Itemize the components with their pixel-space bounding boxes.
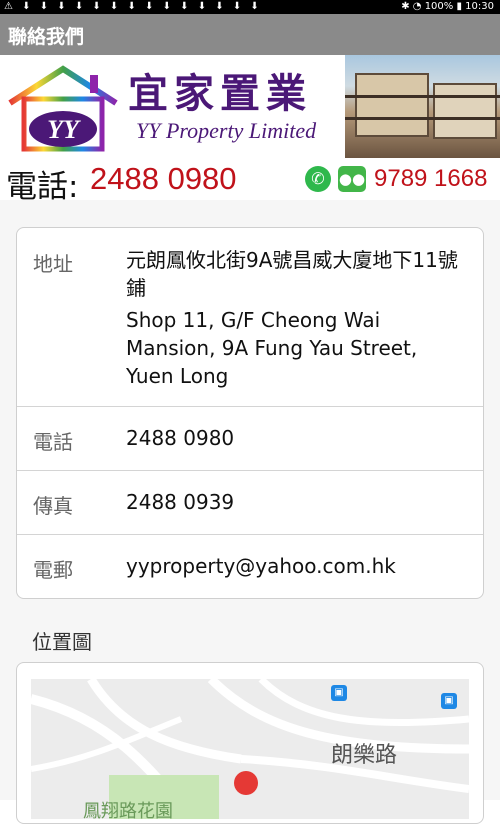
- app-bar: 聯絡我們: [0, 14, 500, 55]
- wifi-icon: ◔: [412, 1, 422, 12]
- bus-stop-icon[interactable]: ▣: [441, 693, 457, 709]
- wechat-icon[interactable]: ●●: [338, 166, 366, 192]
- address-value: 元朗鳳攸北街9A號昌威大廈地下11號鋪 Shop 11, G/F Cheong …: [126, 246, 466, 390]
- notification-icons: ⚠ ⬇ ⬇ ⬇ ⬇ ⬇ ⬇ ⬇ ⬇ ⬇ ⬇ ⬇ ⬇ ⬇ ⬇: [4, 1, 262, 12]
- banner: YY 宜家置業 YY Property Limited: [0, 55, 500, 158]
- building-photo: [345, 55, 500, 158]
- park-label: 鳳翔路花園: [83, 801, 173, 819]
- location-map[interactable]: 鳳翔路花園 ▣ ▣ 朗樂路: [31, 679, 469, 819]
- email-value[interactable]: yyproperty@yahoo.com.hk: [126, 552, 466, 580]
- tel-label: 電話: [33, 430, 73, 454]
- tel-value[interactable]: 2488 0980: [126, 424, 466, 452]
- address-en: Shop 11, G/F Cheong Wai Mansion, 9A Fung…: [126, 308, 418, 388]
- status-right: ✱ ◔ 100% ▮ 10:30: [401, 1, 494, 12]
- phone-bar: 電話: 2488 0980 ✆ ●● 9789 1668: [0, 158, 500, 205]
- mobile-number[interactable]: 9789 1668: [374, 165, 487, 193]
- address-row: 地址 元朗鳳攸北街9A號昌威大廈地下11號鋪 Shop 11, G/F Cheo…: [17, 228, 483, 407]
- contact-card: 地址 元朗鳳攸北街9A號昌威大廈地下11號鋪 Shop 11, G/F Cheo…: [16, 227, 484, 599]
- tel-row[interactable]: 電話 2488 0980: [17, 406, 483, 471]
- house-logo-icon: YY: [8, 65, 118, 152]
- location-pin-icon[interactable]: [234, 771, 258, 795]
- battery-level: 100%: [424, 1, 454, 12]
- road-label: 朗樂路: [331, 743, 398, 768]
- fax-row: 傳真 2488 0939: [17, 470, 483, 535]
- clock: 10:30: [465, 1, 494, 12]
- battery-icon: ▮: [456, 1, 462, 12]
- fax-label: 傳真: [33, 494, 73, 518]
- whatsapp-icon[interactable]: ✆: [305, 166, 331, 192]
- brand-name-cn: 宜家置業: [128, 70, 312, 117]
- bus-stop-icon[interactable]: ▣: [331, 685, 347, 701]
- address-cn: 元朗鳳攸北街9A號昌威大廈地下11號鋪: [126, 248, 458, 300]
- logo-letters: YY: [47, 115, 81, 144]
- email-label: 電郵: [33, 558, 73, 582]
- fax-value: 2488 0939: [126, 490, 235, 514]
- status-bar: ⚠ ⬇ ⬇ ⬇ ⬇ ⬇ ⬇ ⬇ ⬇ ⬇ ⬇ ⬇ ⬇ ⬇ ⬇ ✱ ◔ 100% ▮…: [0, 0, 500, 14]
- brand-name-en: YY Property Limited: [136, 118, 317, 143]
- phone-number[interactable]: 2488 0980: [90, 161, 237, 197]
- map-section-title: 位置圖: [32, 630, 92, 654]
- address-label: 地址: [33, 252, 73, 276]
- bluetooth-icon: ✱: [401, 1, 410, 12]
- email-row[interactable]: 電郵 yyproperty@yahoo.com.hk: [17, 534, 483, 598]
- content-area: 地址 元朗鳳攸北街9A號昌威大廈地下11號鋪 Shop 11, G/F Cheo…: [0, 200, 500, 824]
- page-title: 聯絡我們: [8, 26, 85, 48]
